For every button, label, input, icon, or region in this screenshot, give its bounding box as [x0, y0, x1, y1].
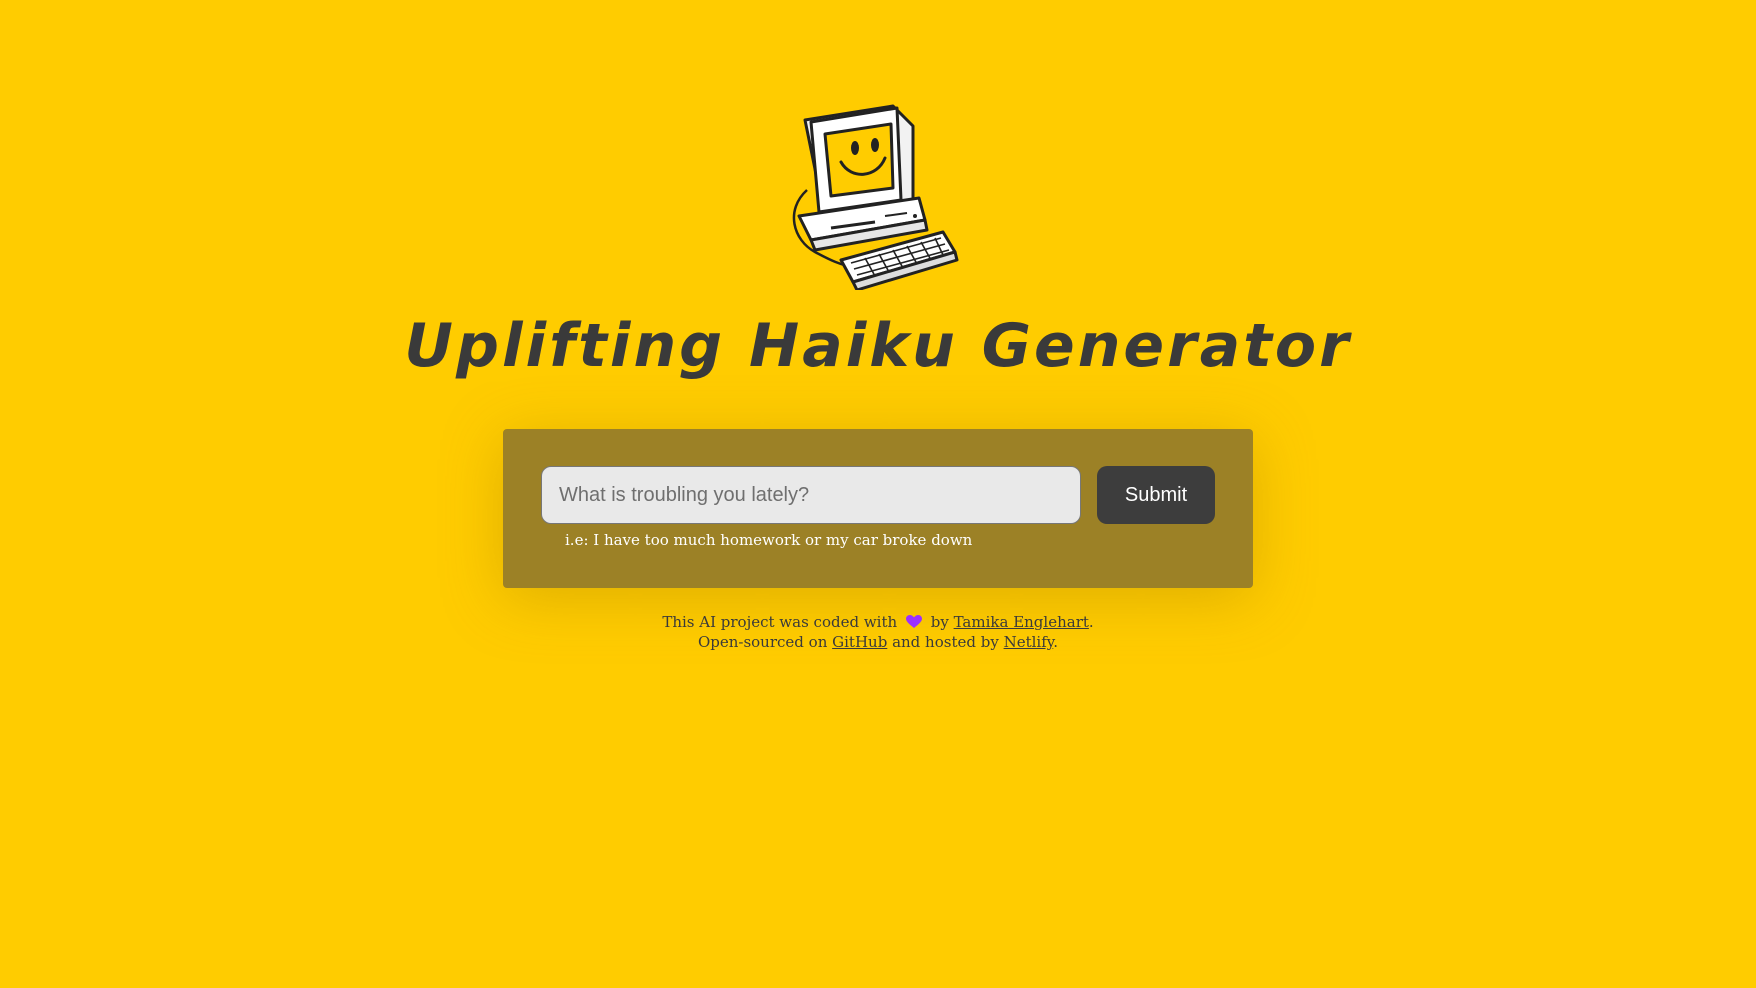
github-link[interactable]: GitHub — [832, 633, 887, 651]
footer-period: . — [1088, 613, 1094, 631]
haiku-form-panel: Submit i.e: I have too much homework or … — [503, 429, 1253, 588]
page: Uplifting Haiku Generator Submit i.e: I … — [0, 0, 1756, 988]
author-link[interactable]: Tamika Englehart — [954, 613, 1089, 631]
footer-opensource-text: Open-sourced on — [697, 633, 828, 651]
submit-button[interactable]: Submit — [1097, 466, 1215, 524]
page-title: Uplifting Haiku Generator — [404, 311, 1352, 381]
troubles-input[interactable] — [541, 466, 1081, 524]
footer-period: . — [1053, 633, 1059, 651]
purple-heart-icon — [905, 615, 922, 628]
footer-line-hosting: Open-sourced on GitHub and hosted by Net… — [0, 632, 1756, 652]
footer: This AI project was coded with by Tamika… — [0, 612, 1756, 652]
input-hint: i.e: I have too much homework or my car … — [565, 531, 973, 549]
retro-computer-smiley-icon — [792, 104, 959, 290]
footer-line-credit: This AI project was coded with by Tamika… — [0, 612, 1756, 632]
footer-hosted-text: and hosted by — [892, 633, 999, 651]
netlify-link[interactable]: Netlify — [1004, 633, 1054, 651]
footer-credit-text: This AI project was coded with — [662, 613, 898, 631]
footer-by-text: by — [930, 613, 949, 631]
